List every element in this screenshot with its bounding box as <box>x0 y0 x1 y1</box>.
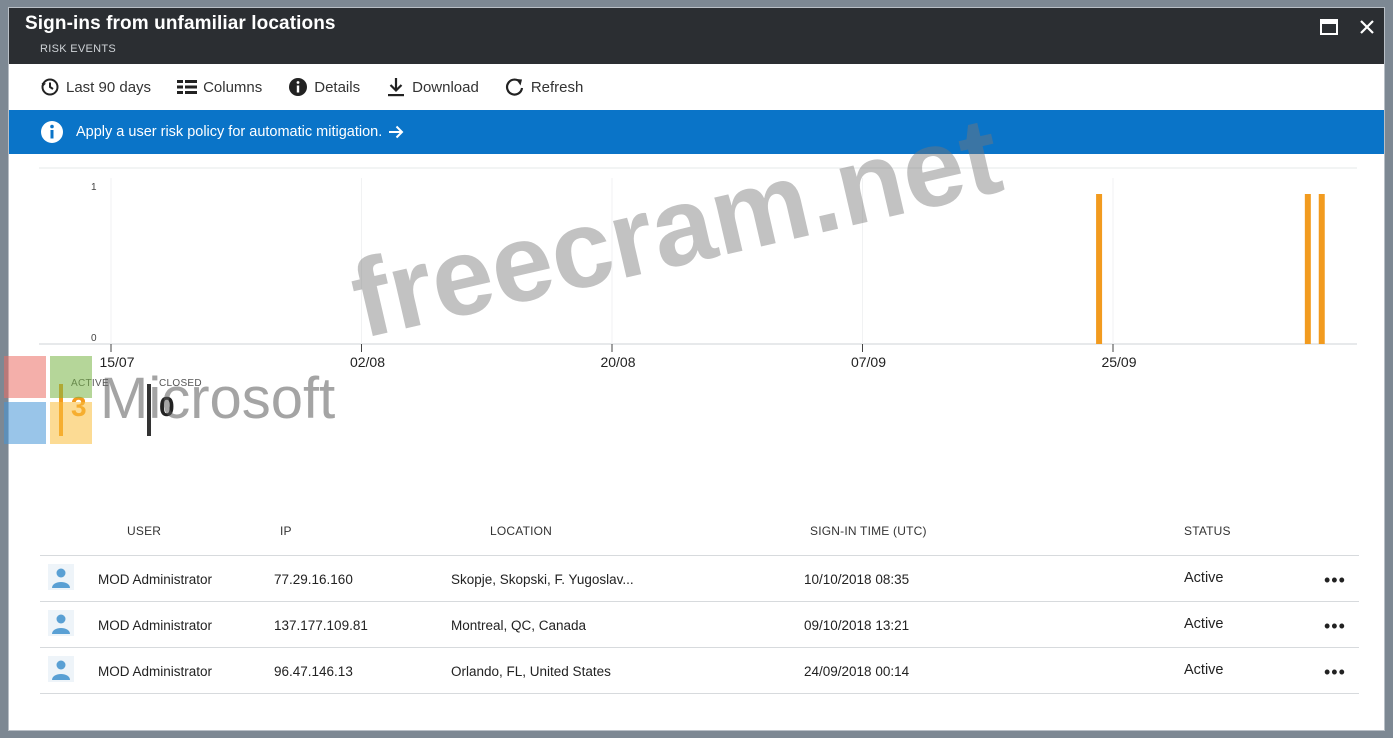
closed-value: 0 <box>159 391 175 422</box>
y-tick-label: 0 <box>91 333 97 344</box>
last-90-days-label: Last 90 days <box>66 78 152 96</box>
sign-in-time-cell: 10/10/2018 08:35 <box>804 572 910 587</box>
table-row[interactable]: MOD Administrator 77.29.16.160 Skopje, S… <box>40 556 1359 602</box>
risk-events-chart: 15/07 02/08 20/08 07/09 25/09 1 0 <box>9 154 1384 384</box>
chart-bar <box>1304 194 1311 344</box>
column-header-location[interactable]: LOCATION <box>490 524 552 538</box>
active-value: 3 <box>71 391 87 422</box>
column-header-ip[interactable]: IP <box>280 524 292 538</box>
blade-title: Sign-ins from unfamiliar locations <box>25 13 336 34</box>
download-icon <box>388 78 405 97</box>
x-tick-label: 25/09 <box>1101 354 1136 370</box>
risk-events-blade: Sign-ins from unfamiliar locations RISK … <box>8 7 1385 731</box>
banner-text: Apply a user risk policy for automatic m… <box>76 124 383 140</box>
closed-bar <box>147 384 151 436</box>
download-button[interactable]: Download <box>386 77 479 97</box>
ip-cell: 77.29.16.160 <box>274 572 353 587</box>
details-button[interactable]: Details <box>288 77 360 97</box>
details-label: Details <box>314 78 361 96</box>
user-avatar-icon <box>48 610 74 636</box>
location-cell: Skopje, Skopski, F. Yugoslav... <box>451 572 634 587</box>
blade-subtitle: RISK EVENTS <box>40 43 117 55</box>
columns-icon <box>177 80 198 94</box>
table-header: USER IP LOCATION SIGN-IN TIME (UTC) STAT… <box>40 514 1359 556</box>
user-cell: MOD Administrator <box>98 572 213 587</box>
download-label: Download <box>412 78 479 96</box>
column-header-user[interactable]: USER <box>127 524 161 538</box>
user-avatar-icon <box>48 564 74 590</box>
sign-in-time-cell: 09/10/2018 13:21 <box>804 618 910 633</box>
blade-header: Sign-ins from unfamiliar locations RISK … <box>9 8 1384 64</box>
user-cell: MOD Administrator <box>98 664 213 679</box>
x-tick-label: 15/07 <box>99 354 134 370</box>
close-icon <box>1360 20 1374 34</box>
last-90-days-button[interactable]: Last 90 days <box>40 77 151 97</box>
refresh-label: Refresh <box>530 78 584 96</box>
columns-label: Columns <box>203 78 263 96</box>
row-more-button[interactable]: ••• <box>1324 616 1346 637</box>
column-header-sign-in-time[interactable]: SIGN-IN TIME (UTC) <box>810 524 927 538</box>
y-tick-label: 1 <box>91 182 97 193</box>
columns-button[interactable]: Columns <box>177 79 262 96</box>
chart-bar <box>1318 194 1325 344</box>
chart-bar <box>1096 194 1103 344</box>
info-circle-icon <box>41 121 63 143</box>
active-bar <box>59 384 63 436</box>
close-button[interactable] <box>1356 16 1378 38</box>
history-icon <box>41 78 59 96</box>
toolbar: Last 90 days Columns Details Download Re… <box>9 64 1384 110</box>
risk-events-table: USER IP LOCATION SIGN-IN TIME (UTC) STAT… <box>40 514 1359 694</box>
user-risk-policy-banner[interactable]: Apply a user risk policy for automatic m… <box>9 110 1384 154</box>
ip-cell: 96.47.146.13 <box>274 664 353 679</box>
column-header-status[interactable]: STATUS <box>1184 524 1231 538</box>
maximize-icon <box>1320 19 1338 35</box>
closed-label: CLOSED <box>159 378 202 389</box>
table-row[interactable]: MOD Administrator 96.47.146.13 Orlando, … <box>40 648 1359 694</box>
status-cell: Active <box>1184 616 1224 632</box>
status-cell: Active <box>1184 662 1224 678</box>
row-more-button[interactable]: ••• <box>1324 570 1346 591</box>
x-tick-label: 20/08 <box>600 354 635 370</box>
sign-in-time-cell: 24/09/2018 00:14 <box>804 664 910 679</box>
refresh-icon <box>505 78 523 96</box>
active-label: ACTIVE <box>71 378 109 389</box>
x-tick-label: 02/08 <box>350 354 385 370</box>
status-cell: Active <box>1184 570 1224 586</box>
location-cell: Montreal, QC, Canada <box>451 618 587 633</box>
closed-count-stat[interactable]: CLOSED 0 <box>147 378 202 436</box>
arrow-right-icon <box>389 125 404 139</box>
row-more-button[interactable]: ••• <box>1324 662 1346 683</box>
user-cell: MOD Administrator <box>98 618 213 633</box>
maximize-button[interactable] <box>1318 16 1340 38</box>
refresh-button[interactable]: Refresh <box>505 77 584 97</box>
risk-events-chart-svg: 15/07 02/08 20/08 07/09 25/09 1 0 <box>39 167 1357 370</box>
location-cell: Orlando, FL, United States <box>451 664 611 679</box>
table-row[interactable]: MOD Administrator 137.177.109.81 Montrea… <box>40 602 1359 648</box>
info-icon <box>289 78 308 96</box>
user-avatar-icon <box>48 656 74 682</box>
x-tick-label: 07/09 <box>851 354 886 370</box>
active-count-stat[interactable]: ACTIVE 3 <box>59 378 109 436</box>
ip-cell: 137.177.109.81 <box>274 618 368 633</box>
